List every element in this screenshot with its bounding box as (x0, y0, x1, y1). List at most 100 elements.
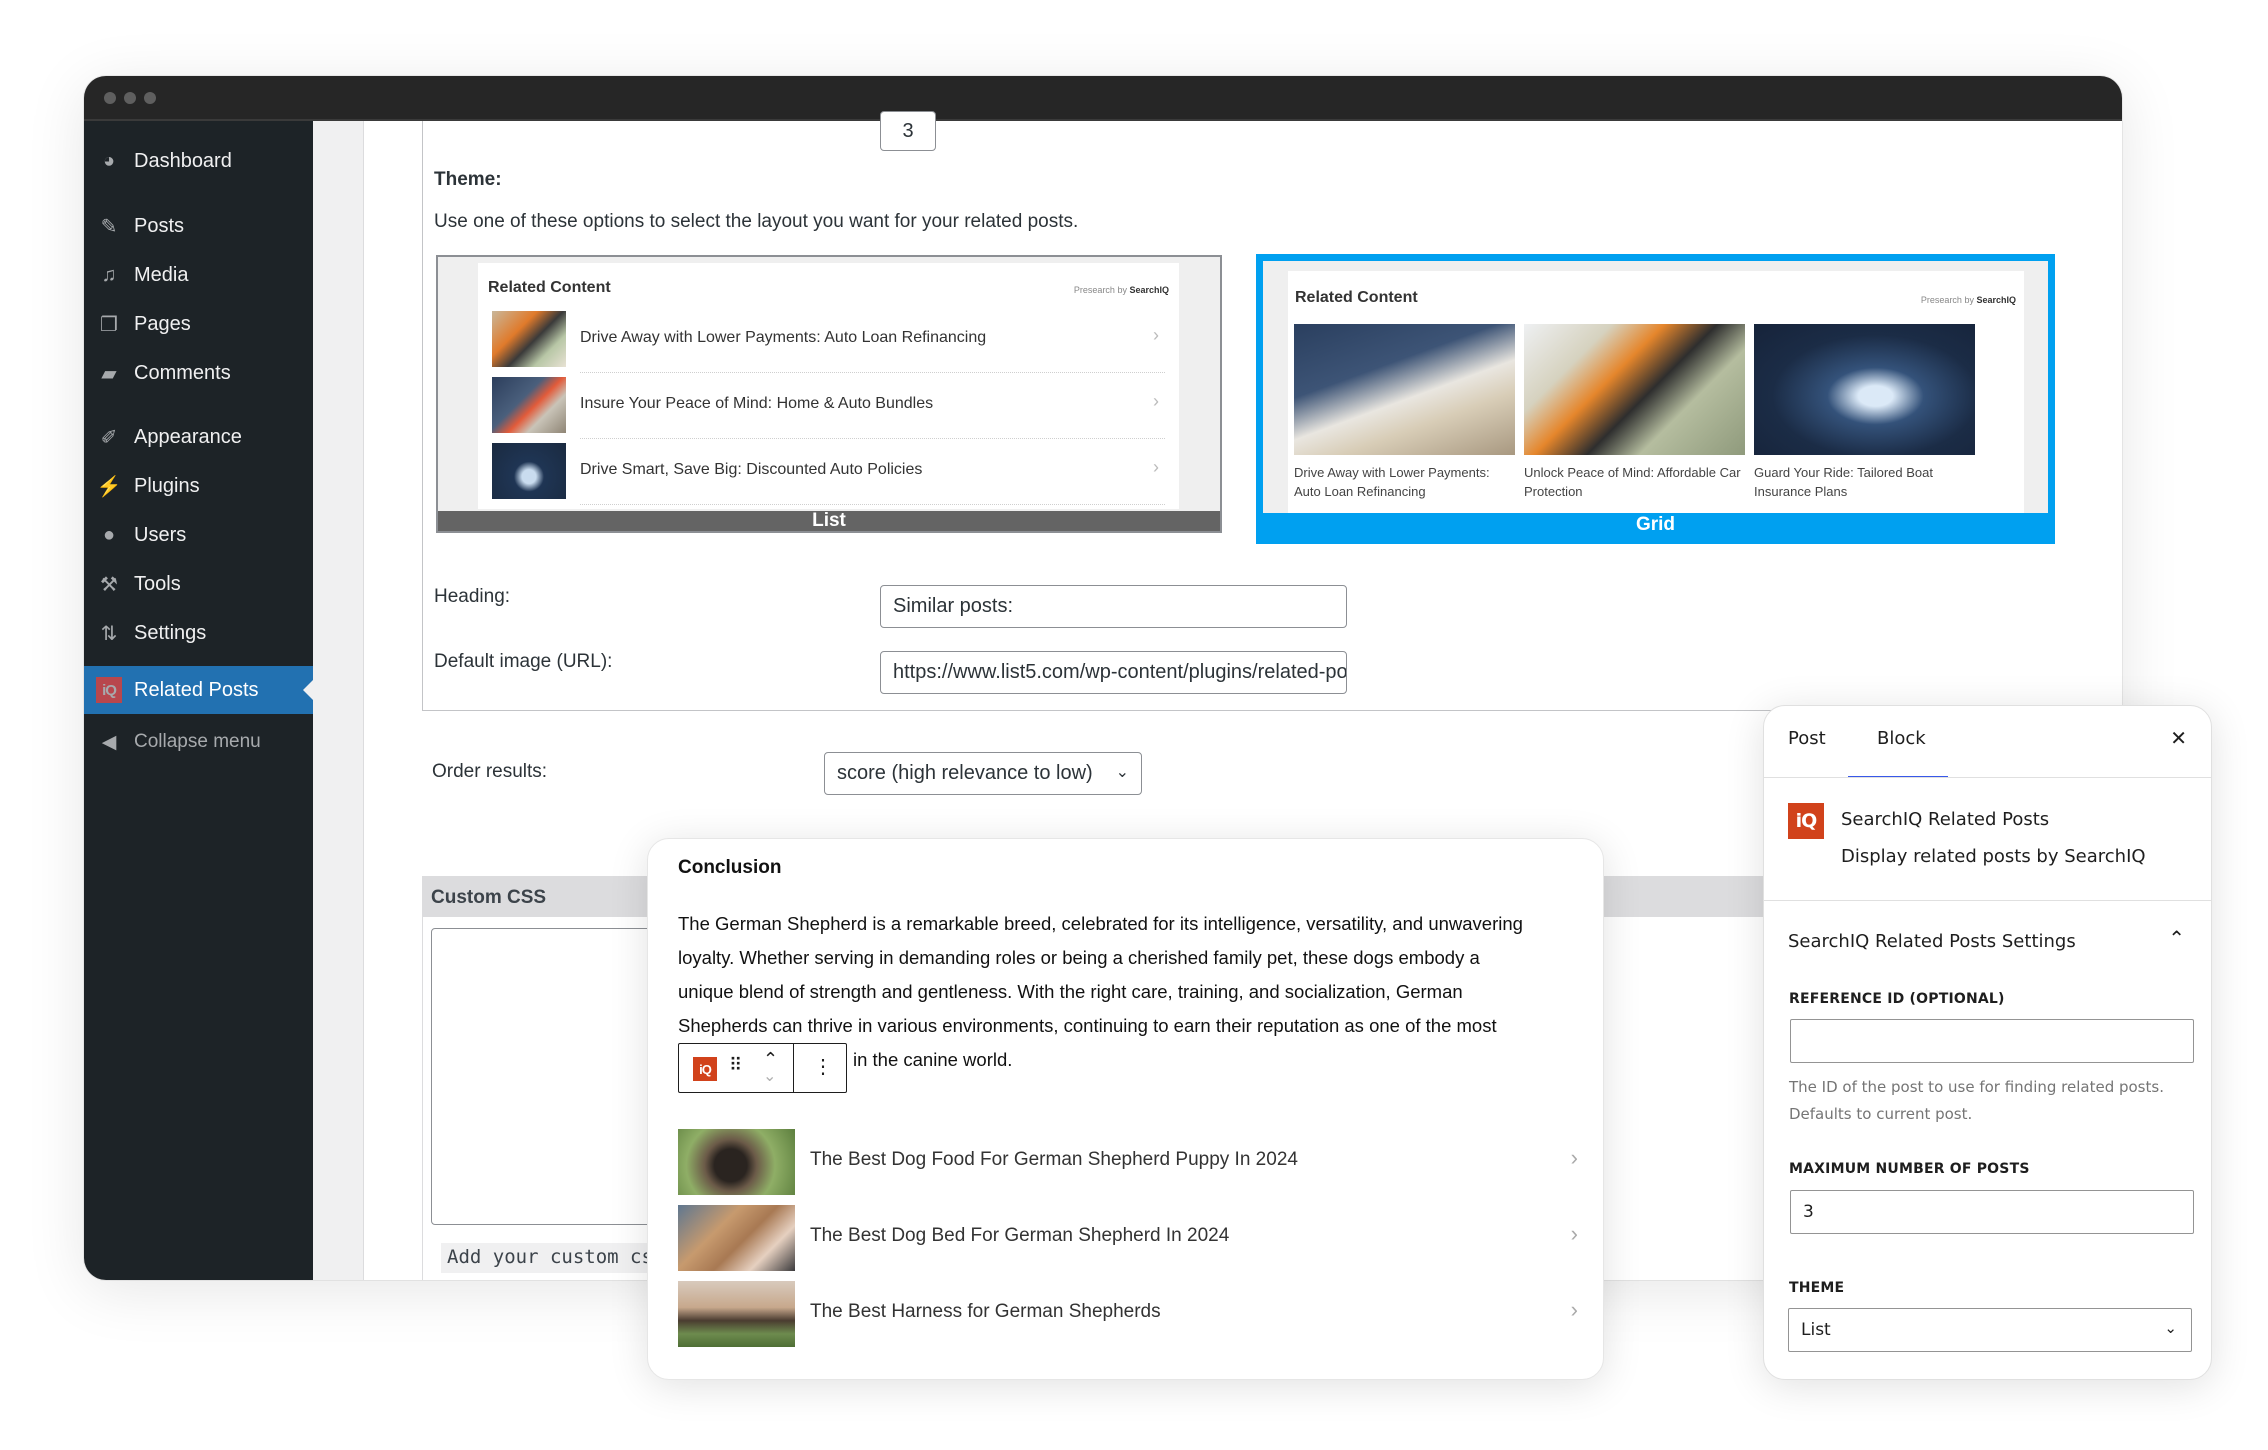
theme-option-label: Grid (1263, 513, 2048, 537)
move-down-icon[interactable]: ⌄ (763, 1066, 776, 1086)
window-titlebar (84, 76, 2122, 121)
close-icon[interactable]: ✕ (2170, 726, 2187, 750)
divider (1764, 900, 2211, 901)
tab-block[interactable]: Block (1877, 728, 1926, 749)
max-posts-label: MAXIMUM NUMBER OF POSTS (1789, 1161, 2030, 1177)
list-preview: Related Content Presearch by SearchIQ Dr… (478, 263, 1179, 509)
order-results-value: score (high relevance to low) (837, 762, 1093, 784)
chevron-right-icon: › (1153, 457, 1159, 477)
grid-preview: Related Content Presearch by SearchIQ Dr… (1288, 271, 2024, 513)
sidebar-item-label: Settings (134, 621, 207, 644)
sidebar-item-label: Media (134, 263, 189, 286)
block-type-icon[interactable]: iQ (693, 1057, 717, 1081)
preview-heading: Related Content (1295, 289, 1418, 306)
settings-form: 3 Theme: Use one of these options to sel… (422, 111, 2122, 711)
thumbnail-image (492, 311, 566, 367)
media-icon: ♫ (101, 263, 117, 286)
paragraph-line: unique blend of strength and gentleness.… (678, 981, 1463, 1002)
brand-name: SearchIQ (1129, 285, 1169, 295)
sidebar-item-label: Tools (134, 572, 181, 595)
chevron-right-icon: › (1570, 1221, 1578, 1246)
collapse-arrow-icon: ◀ (101, 731, 117, 753)
default-image-input[interactable]: https://www.list5.com/wp-content/plugins… (880, 651, 1347, 694)
related-post-title: The Best Harness for German Shepherds (810, 1301, 1161, 1322)
reference-id-input[interactable] (1790, 1019, 2194, 1063)
chevron-right-icon: › (1570, 1145, 1578, 1170)
related-post-item[interactable]: The Best Harness for German Shepherds › (678, 1281, 1578, 1347)
sidebar-item-media[interactable]: ♫ Media (84, 251, 313, 299)
list-item-title: Drive Away with Lower Payments: Auto Loa… (580, 329, 987, 346)
related-post-item[interactable]: The Best Dog Food For German Shepherd Pu… (678, 1129, 1578, 1195)
chevron-right-icon: › (1153, 391, 1159, 411)
max-posts-input[interactable]: 3 (880, 111, 936, 151)
theme-option-grid[interactable]: Related Content Presearch by SearchIQ Dr… (1256, 254, 2055, 544)
settings-section-title[interactable]: SearchIQ Related Posts Settings (1788, 931, 2076, 952)
plug-icon: ⚡ (96, 475, 122, 498)
comment-icon: ▰ (101, 362, 117, 385)
grid-item-title: Guard Your Ride: Tailored Boat Insurance… (1754, 465, 1933, 499)
sidebar-item-settings[interactable]: ⇅ Settings (84, 609, 313, 657)
order-results-select[interactable]: score (high relevance to low) ⌄ (824, 752, 1142, 795)
grid-preview-item: Drive Away with Lower Payments: Auto Loa… (1294, 324, 1515, 501)
sidebar-item-plugins[interactable]: ⚡ Plugins (84, 462, 313, 510)
order-results-label: Order results: (432, 761, 548, 782)
sidebar-item-posts[interactable]: ✎ Posts (84, 202, 313, 250)
thumbnail-image (678, 1205, 795, 1271)
divider (580, 438, 1165, 439)
paragraph-line: Shepherds can thrive in various environm… (678, 1015, 1497, 1036)
theme-label: THEME (1789, 1280, 1845, 1296)
block-settings-panel: Post Block ✕ iQ SearchIQ Related Posts D… (1763, 705, 2212, 1380)
sidebar-item-label: Posts (134, 214, 185, 237)
theme-option-list[interactable]: Related Content Presearch by SearchIQ Dr… (436, 255, 1222, 533)
sidebar-item-appearance[interactable]: ✐ Appearance (84, 413, 313, 461)
block-toolbar: iQ ⠿ ⌃ ⌄ ⋮ (678, 1043, 847, 1093)
default-image-label: Default image (URL): (434, 651, 613, 672)
reference-id-help: The ID of the post to use for finding re… (1789, 1078, 2164, 1123)
sidebar-item-dashboard[interactable]: ◕ Dashboard (84, 137, 313, 185)
sidebar-item-pages[interactable]: ❐ Pages (84, 300, 313, 348)
window-minimize-dot[interactable] (124, 92, 136, 104)
reference-id-label: REFERENCE ID (OPTIONAL) (1789, 991, 2005, 1007)
preview-brand: Presearch by SearchIQ (1074, 285, 1169, 295)
sidebar-item-label: Plugins (134, 474, 200, 497)
sidebar-item-users[interactable]: ● Users (84, 511, 313, 559)
sidebar-collapse-menu[interactable]: ◀ Collapse menu (84, 718, 313, 766)
list-preview-item: Drive Smart, Save Big: Discounted Auto P… (492, 443, 1165, 505)
window-maximize-dot[interactable] (144, 92, 156, 104)
theme-value: List (1801, 1320, 1831, 1340)
max-posts-input[interactable]: 3 (1790, 1190, 2194, 1234)
iq-logo-icon: iQ (1788, 803, 1824, 839)
preview-heading: Related Content (488, 279, 611, 296)
chevron-up-icon[interactable]: ⌃ (2168, 926, 2185, 950)
theme-option-label: List (438, 511, 1220, 531)
max-posts-value: 3 (902, 119, 914, 142)
related-post-title: The Best Dog Food For German Shepherd Pu… (810, 1149, 1298, 1170)
sidebar-item-comments[interactable]: ▰ Comments (84, 349, 313, 397)
drag-handle-icon[interactable]: ⠿ (729, 1055, 742, 1076)
sidebar-item-related-posts[interactable]: iQ Related Posts (84, 666, 313, 714)
heading-input[interactable]: Similar posts: (880, 585, 1347, 628)
theme-select[interactable]: List ⌄ (1788, 1308, 2192, 1352)
chevron-down-icon: ⌄ (2164, 1319, 2177, 1337)
theme-label: Theme: (434, 169, 502, 190)
pages-icon: ❐ (100, 313, 118, 336)
grid-item-title: Drive Away with Lower Payments: Auto Loa… (1294, 465, 1490, 499)
sidebar-item-label: Dashboard (134, 149, 232, 172)
post-preview-card: Conclusion The German Shepherd is a rema… (647, 838, 1604, 1380)
conclusion-heading: Conclusion (678, 857, 782, 878)
divider (580, 372, 1165, 373)
wrench-icon: ⚒ (100, 573, 118, 596)
heading-value: Similar posts: (893, 595, 1014, 617)
chevron-right-icon: › (1570, 1297, 1578, 1322)
more-options-icon[interactable]: ⋮ (813, 1054, 833, 1079)
related-post-item[interactable]: The Best Dog Bed For German Shepherd In … (678, 1205, 1578, 1271)
tab-post[interactable]: Post (1788, 728, 1826, 749)
thumbnail-image (1294, 324, 1515, 455)
iq-logo-icon: iQ (96, 677, 122, 703)
list-preview-item: Drive Away with Lower Payments: Auto Loa… (492, 311, 1165, 373)
grid-preview-item: Unlock Peace of Mind: Affordable Car Pro… (1524, 324, 1745, 501)
sidebar-item-tools[interactable]: ⚒ Tools (84, 560, 313, 608)
list-preview-item: Insure Your Peace of Mind: Home & Auto B… (492, 377, 1165, 439)
divider (580, 504, 1165, 505)
window-close-dot[interactable] (104, 92, 116, 104)
